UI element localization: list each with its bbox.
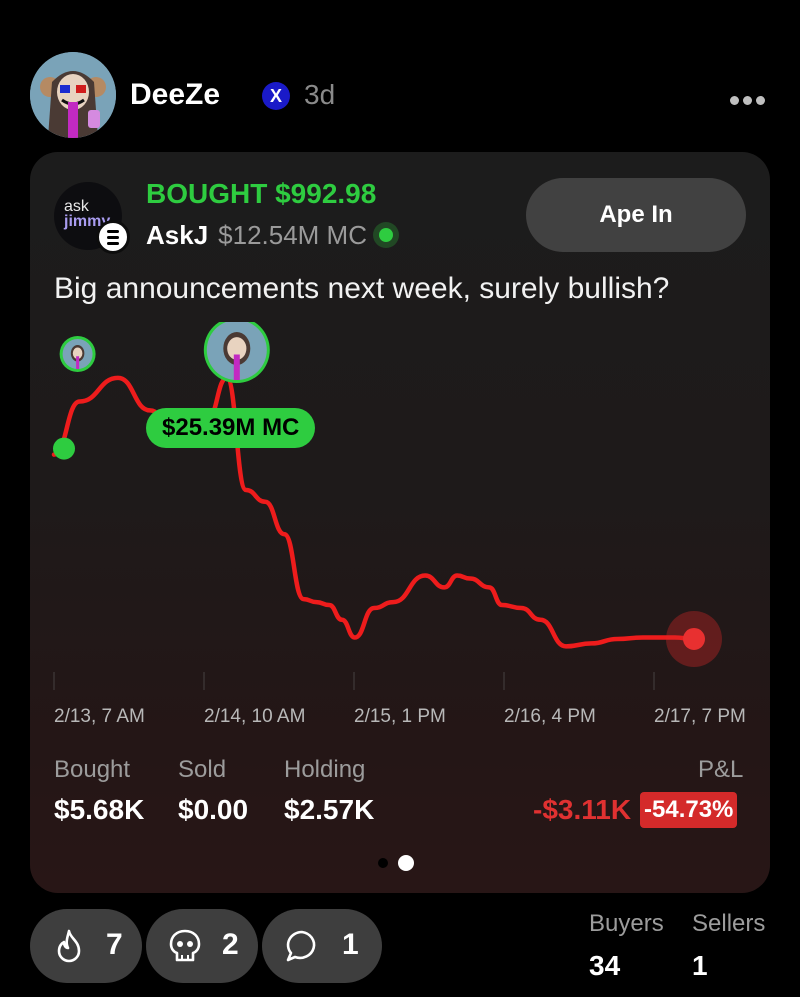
- x-axis-label: 2/16, 4 PM: [504, 706, 596, 727]
- holding-label: Holding: [284, 756, 366, 783]
- comment-button[interactable]: 1: [262, 909, 382, 983]
- solana-chain-icon: [96, 220, 130, 254]
- live-status-icon: [373, 222, 399, 248]
- more-dot-icon: [743, 96, 752, 105]
- x-axis-label: 2/17, 7 PM: [654, 706, 746, 727]
- price-chart[interactable]: [30, 322, 770, 742]
- more-dot-icon: [730, 96, 739, 105]
- pagination-dots: [378, 854, 424, 872]
- bought-value: $5.68K: [54, 794, 145, 825]
- author-name[interactable]: DeeZe: [130, 78, 220, 112]
- trade-action: BOUGHT $992.98: [146, 178, 377, 209]
- chart-marker-label: $25.39M MC: [146, 408, 316, 448]
- token-market-cap: $12.54M MC: [218, 220, 367, 250]
- comment-icon: [286, 930, 316, 962]
- sold-label: Sold: [178, 756, 227, 783]
- post-caption: Big announcements next week, surely bull…: [54, 272, 670, 305]
- x-platform-icon: X: [262, 82, 290, 110]
- sellers-label: Sellers: [692, 910, 766, 937]
- skull-reaction-button[interactable]: 2: [146, 909, 258, 983]
- buy-marker-avatar-large-tongue: [233, 354, 240, 380]
- token-info: AskJ $12.54M MC: [146, 220, 399, 251]
- comment-count: 1: [342, 928, 359, 961]
- skull-count: 2: [222, 928, 239, 961]
- buyers-label: Buyers: [589, 910, 664, 937]
- x-axis-label: 2/14, 10 AM: [204, 706, 306, 727]
- more-dot-icon: [756, 96, 765, 105]
- pnl-value: -$3.11K: [533, 794, 632, 825]
- post-header: DeeZe X 3d: [30, 52, 770, 140]
- ape-in-button[interactable]: Ape In: [526, 178, 746, 252]
- skull-icon: [169, 929, 201, 962]
- token-ticker[interactable]: AskJ: [146, 220, 208, 250]
- page-dot-active[interactable]: [398, 854, 414, 871]
- pnl-label: P&L: [698, 756, 744, 783]
- post-age: 3d: [304, 79, 336, 110]
- holding-value: $2.57K: [284, 794, 375, 825]
- page-dot[interactable]: [378, 857, 388, 868]
- pnl-percent-badge: -54.73%: [640, 792, 738, 828]
- current-price-dot: [683, 627, 705, 650]
- buy-marker-avatar-tongue: [76, 356, 80, 369]
- fire-icon: [57, 929, 81, 963]
- buyers-count: 34: [589, 950, 621, 981]
- sold-value: $0.00: [178, 794, 249, 825]
- fire-reaction-button[interactable]: 7: [30, 909, 142, 983]
- x-axis-label: 2/13, 7 AM: [54, 706, 145, 727]
- trade-card[interactable]: ask jimmy BOUGHT $992.98 AskJ $12.54M MC …: [30, 152, 770, 893]
- x-axis-label: 2/15, 1 PM: [354, 706, 446, 727]
- buy-marker-dot: [53, 437, 75, 460]
- more-options-button[interactable]: [730, 92, 770, 105]
- sellers-count: 1: [692, 950, 708, 981]
- author-avatar[interactable]: [30, 52, 116, 138]
- bought-label: Bought: [54, 756, 131, 783]
- fire-count: 7: [106, 928, 123, 961]
- avatar-illustration: [30, 52, 116, 138]
